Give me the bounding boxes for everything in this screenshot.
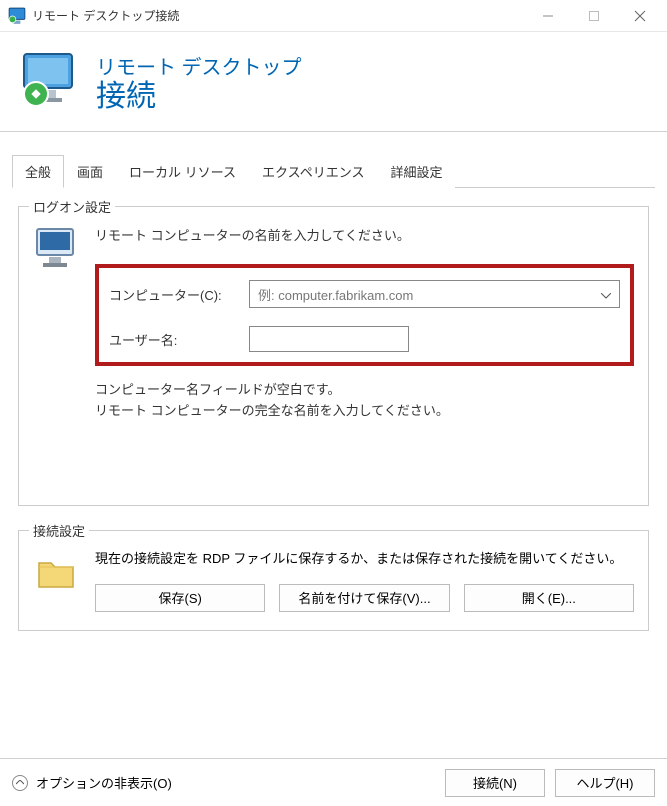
remote-desktop-icon [18, 50, 82, 114]
connection-settings-title: 接続設定 [29, 521, 89, 540]
window-title: リモート デスクトップ接続 [32, 7, 525, 24]
tab-bar: 全般 画面 ローカル リソース エクスペリエンス 詳細設定 [12, 154, 655, 188]
help-button[interactable]: ヘルプ(H) [555, 769, 655, 797]
connection-instruction: 現在の接続設定を RDP ファイルに保存するか、または保存された接続を開いてくだ… [95, 549, 634, 570]
options-label: オプションの非表示(O) [36, 773, 172, 792]
banner-title-line1: リモート デスクトップ [96, 51, 302, 80]
folder-icon [33, 549, 81, 597]
open-button[interactable]: 開く(E)... [464, 584, 634, 612]
maximize-button[interactable] [571, 0, 617, 32]
window-controls [525, 0, 663, 32]
tab-display[interactable]: 画面 [64, 155, 116, 188]
save-button[interactable]: 保存(S) [95, 584, 265, 612]
options-toggle[interactable]: オプションの非表示(O) [12, 773, 172, 792]
username-field[interactable] [249, 326, 409, 352]
save-as-button[interactable]: 名前を付けて保存(V)... [279, 584, 449, 612]
connection-settings-group: 接続設定 現在の接続設定を RDP ファイルに保存するか、または保存された接続を… [18, 530, 649, 631]
logon-settings-title: ログオン設定 [29, 197, 115, 216]
logon-settings-group: ログオン設定 リモート コンピューターの名前を入力してください。 コンピューター… [18, 206, 649, 506]
connect-button[interactable]: 接続(N) [445, 769, 545, 797]
tab-advanced[interactable]: 詳細設定 [377, 155, 455, 188]
credential-highlight: コンピューター(C): 例: computer.fabrikam.com ユーザ… [95, 264, 634, 366]
banner: リモート デスクトップ 接続 [0, 32, 667, 132]
computer-placeholder: 例: computer.fabrikam.com [258, 285, 413, 304]
app-icon [8, 7, 26, 25]
logon-instruction: リモート コンピューターの名前を入力してください。 [95, 225, 634, 244]
chevron-up-icon [12, 775, 28, 791]
footer: オプションの非表示(O) 接続(N) ヘルプ(H) [0, 758, 667, 806]
computer-combobox[interactable]: 例: computer.fabrikam.com [249, 280, 620, 308]
titlebar: リモート デスクトップ接続 [0, 0, 667, 32]
tab-local-resources[interactable]: ローカル リソース [116, 155, 249, 188]
chevron-down-icon [601, 287, 611, 302]
hint-line1: コンピューター名フィールドが空白です。 [95, 380, 634, 401]
minimize-button[interactable] [525, 0, 571, 32]
banner-text: リモート デスクトップ 接続 [96, 51, 302, 113]
computer-label: コンピューター(C): [109, 285, 249, 304]
hint-line2: リモート コンピューターの完全な名前を入力してください。 [95, 401, 634, 422]
tab-body: ログオン設定 リモート コンピューターの名前を入力してください。 コンピューター… [12, 188, 655, 661]
close-button[interactable] [617, 0, 663, 32]
logon-hint: コンピューター名フィールドが空白です。 リモート コンピューターの完全な名前を入… [95, 380, 634, 422]
tab-general[interactable]: 全般 [12, 155, 64, 188]
tab-experience[interactable]: エクスペリエンス [249, 155, 377, 188]
banner-title-line2: 接続 [96, 80, 302, 113]
content: 全般 画面 ローカル リソース エクスペリエンス 詳細設定 ログオン設定 リモー… [0, 132, 667, 673]
username-label: ユーザー名: [109, 330, 249, 349]
computer-icon [33, 225, 81, 273]
